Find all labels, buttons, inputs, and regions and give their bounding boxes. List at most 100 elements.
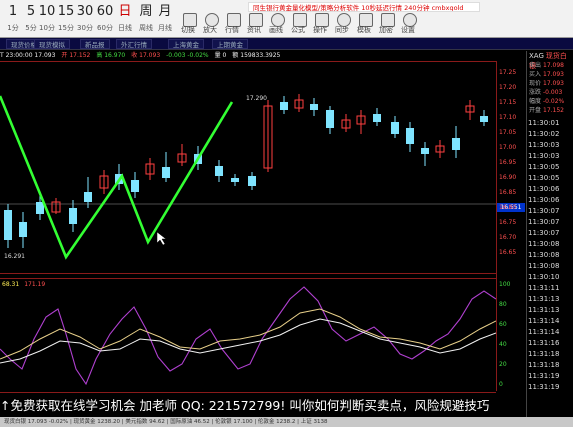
oscillator-line-fast bbox=[0, 286, 496, 386]
tick-time-row: 11:30:06 bbox=[528, 196, 560, 204]
tick-time-row: 11:30:08 bbox=[528, 240, 560, 248]
candlestick-chart[interactable]: 17.290 16.291 bbox=[0, 61, 496, 274]
tool-label: 公式 bbox=[291, 26, 305, 34]
tab-6[interactable]: 上期黄金 bbox=[212, 39, 248, 49]
period-button-8[interactable]: 周周线 bbox=[137, 1, 155, 36]
candle-body bbox=[310, 104, 318, 110]
quote-key: 买入 bbox=[529, 71, 542, 78]
osc-tick: 0 bbox=[499, 381, 503, 388]
period-label: 30分 bbox=[77, 24, 93, 32]
tick-time-row: 11:31:18 bbox=[528, 361, 560, 369]
price-tick: 17.15 bbox=[499, 99, 517, 106]
tick-time-row: 11:30:08 bbox=[528, 251, 560, 259]
candle-body bbox=[215, 166, 223, 176]
info-item: T 23:00:00 17.093 bbox=[0, 52, 56, 59]
period-label: 月线 bbox=[158, 24, 172, 32]
oscillator-line-signal bbox=[0, 308, 496, 360]
price-tick: 17.10 bbox=[499, 114, 517, 121]
quote-row: 卖出 17.098 bbox=[527, 61, 573, 70]
quote-key: 涨跌 bbox=[529, 89, 542, 96]
tool-label: 资讯 bbox=[247, 26, 261, 34]
price-tick: 16.75 bbox=[499, 219, 517, 226]
tab-5[interactable]: 上海黄金 bbox=[168, 39, 204, 49]
tick-time-row: 11:31:18 bbox=[528, 350, 560, 358]
candle-body bbox=[4, 210, 12, 240]
price-tick: 16.70 bbox=[499, 234, 517, 241]
period-button-9[interactable]: 月月线 bbox=[156, 1, 174, 36]
info-item: 高 16.970 bbox=[96, 52, 126, 59]
tick-time-row: 11:30:07 bbox=[528, 218, 560, 226]
price-axis: 16.551 17.25 17.20 17.15 17.10 17.05 17.00 16.… bbox=[496, 61, 526, 391]
candle-body bbox=[406, 128, 414, 144]
tick-time-row: 11:30:05 bbox=[528, 174, 560, 182]
candle-body bbox=[421, 148, 429, 154]
quote-value: -0.003 bbox=[543, 89, 563, 96]
period-button-6[interactable]: 60 60分 bbox=[96, 1, 114, 36]
quote-panel: XAG 现货白银 卖出 17.098 买入 17.093 现价 17.093 涨跌 -0.003… bbox=[526, 51, 573, 423]
tool-label: 画线 bbox=[269, 26, 283, 34]
tab-3[interactable]: 新品报 bbox=[80, 39, 110, 49]
quote-value: 17.152 bbox=[543, 107, 564, 114]
candle-body bbox=[452, 138, 460, 150]
tick-time-row: 11:30:08 bbox=[528, 262, 560, 270]
period-value: 1 bbox=[8, 4, 18, 19]
info-item: 量 0 bbox=[214, 52, 227, 59]
candle-body bbox=[248, 176, 256, 186]
candle-body bbox=[373, 114, 381, 122]
candle-body bbox=[131, 180, 139, 192]
tick-time-row: 11:30:06 bbox=[528, 185, 560, 193]
period-value: 30 bbox=[76, 4, 94, 19]
oscillator-chart[interactable]: 68.31 171.19 bbox=[0, 278, 496, 393]
quote-key: 卖出 bbox=[529, 62, 542, 69]
quote-header: XAG 现货白银 bbox=[527, 51, 573, 70]
period-value: 10 bbox=[38, 4, 56, 19]
candle-body bbox=[391, 122, 399, 134]
low-price-label: 16.291 bbox=[4, 253, 25, 260]
tick-time-row: 11:30:03 bbox=[528, 141, 560, 149]
period-button-3[interactable]: 10 10分 bbox=[38, 1, 56, 36]
promo-subtitle: ↑免费获取在线学习机会 加老师 QQ: 221572799! 叫你如何判断买卖点… bbox=[0, 398, 490, 413]
osc-tick: 80 bbox=[499, 301, 507, 308]
price-tick: 16.95 bbox=[499, 159, 517, 166]
period-label: 周线 bbox=[139, 24, 153, 32]
quote-row: 涨跌 -0.003 bbox=[527, 88, 573, 97]
period-value: 日 bbox=[118, 4, 132, 19]
period-button-5[interactable]: 30 30分 bbox=[76, 1, 94, 36]
tick-time-row: 11:31:11 bbox=[528, 284, 560, 292]
candle-body bbox=[480, 116, 488, 122]
tool-label: 同步 bbox=[335, 26, 349, 34]
tick-time-row: 11:30:07 bbox=[528, 207, 560, 215]
price-tick: 16.85 bbox=[499, 189, 517, 196]
ohlc-info-bar: T 23:00:00 17.093 开 17.152 高 16.970 收 17.09… bbox=[0, 51, 496, 61]
quote-value: 17.098 bbox=[543, 62, 564, 69]
period-button-1[interactable]: 1 1分 bbox=[4, 1, 22, 36]
tick-time-row: 11:30:02 bbox=[528, 130, 560, 138]
quote-key: 开盘 bbox=[529, 107, 542, 114]
tick-time-row: 11:30:05 bbox=[528, 163, 560, 171]
tab-4[interactable]: 外汇行情 bbox=[116, 39, 152, 49]
tick-time-row: 11:31:13 bbox=[528, 306, 560, 314]
tick-time-row: 11:30:07 bbox=[528, 229, 560, 237]
symbol-code: XAG bbox=[529, 52, 544, 60]
quote-row: 现价 17.093 bbox=[527, 79, 573, 88]
period-button-7[interactable]: 日日线 bbox=[116, 1, 134, 36]
tool-label: 行情 bbox=[225, 26, 239, 34]
quote-row: 开盘 17.152 bbox=[527, 106, 573, 115]
osc-tick: 40 bbox=[499, 341, 507, 348]
candle-body bbox=[280, 102, 288, 110]
info-item: -0.003 -0.02% bbox=[166, 52, 209, 59]
tool-label: 模板 bbox=[357, 26, 371, 34]
period-label: 60分 bbox=[97, 24, 113, 32]
tick-time-row: 11:31:16 bbox=[528, 339, 560, 347]
tool-label: 切换 bbox=[181, 26, 195, 34]
mouse-cursor-icon bbox=[156, 231, 167, 246]
info-item: 收 17.093 bbox=[131, 52, 161, 59]
osc-tick: 100 bbox=[499, 281, 511, 288]
price-tick: 17.05 bbox=[499, 129, 517, 136]
tick-time-row: 11:30:01 bbox=[528, 119, 560, 127]
quote-value: 17.093 bbox=[543, 71, 564, 78]
tab-2[interactable]: 现货模拟 bbox=[34, 39, 70, 49]
candle-body bbox=[231, 178, 239, 182]
period-button-4[interactable]: 15 15分 bbox=[57, 1, 75, 36]
period-label: 日线 bbox=[118, 24, 132, 32]
